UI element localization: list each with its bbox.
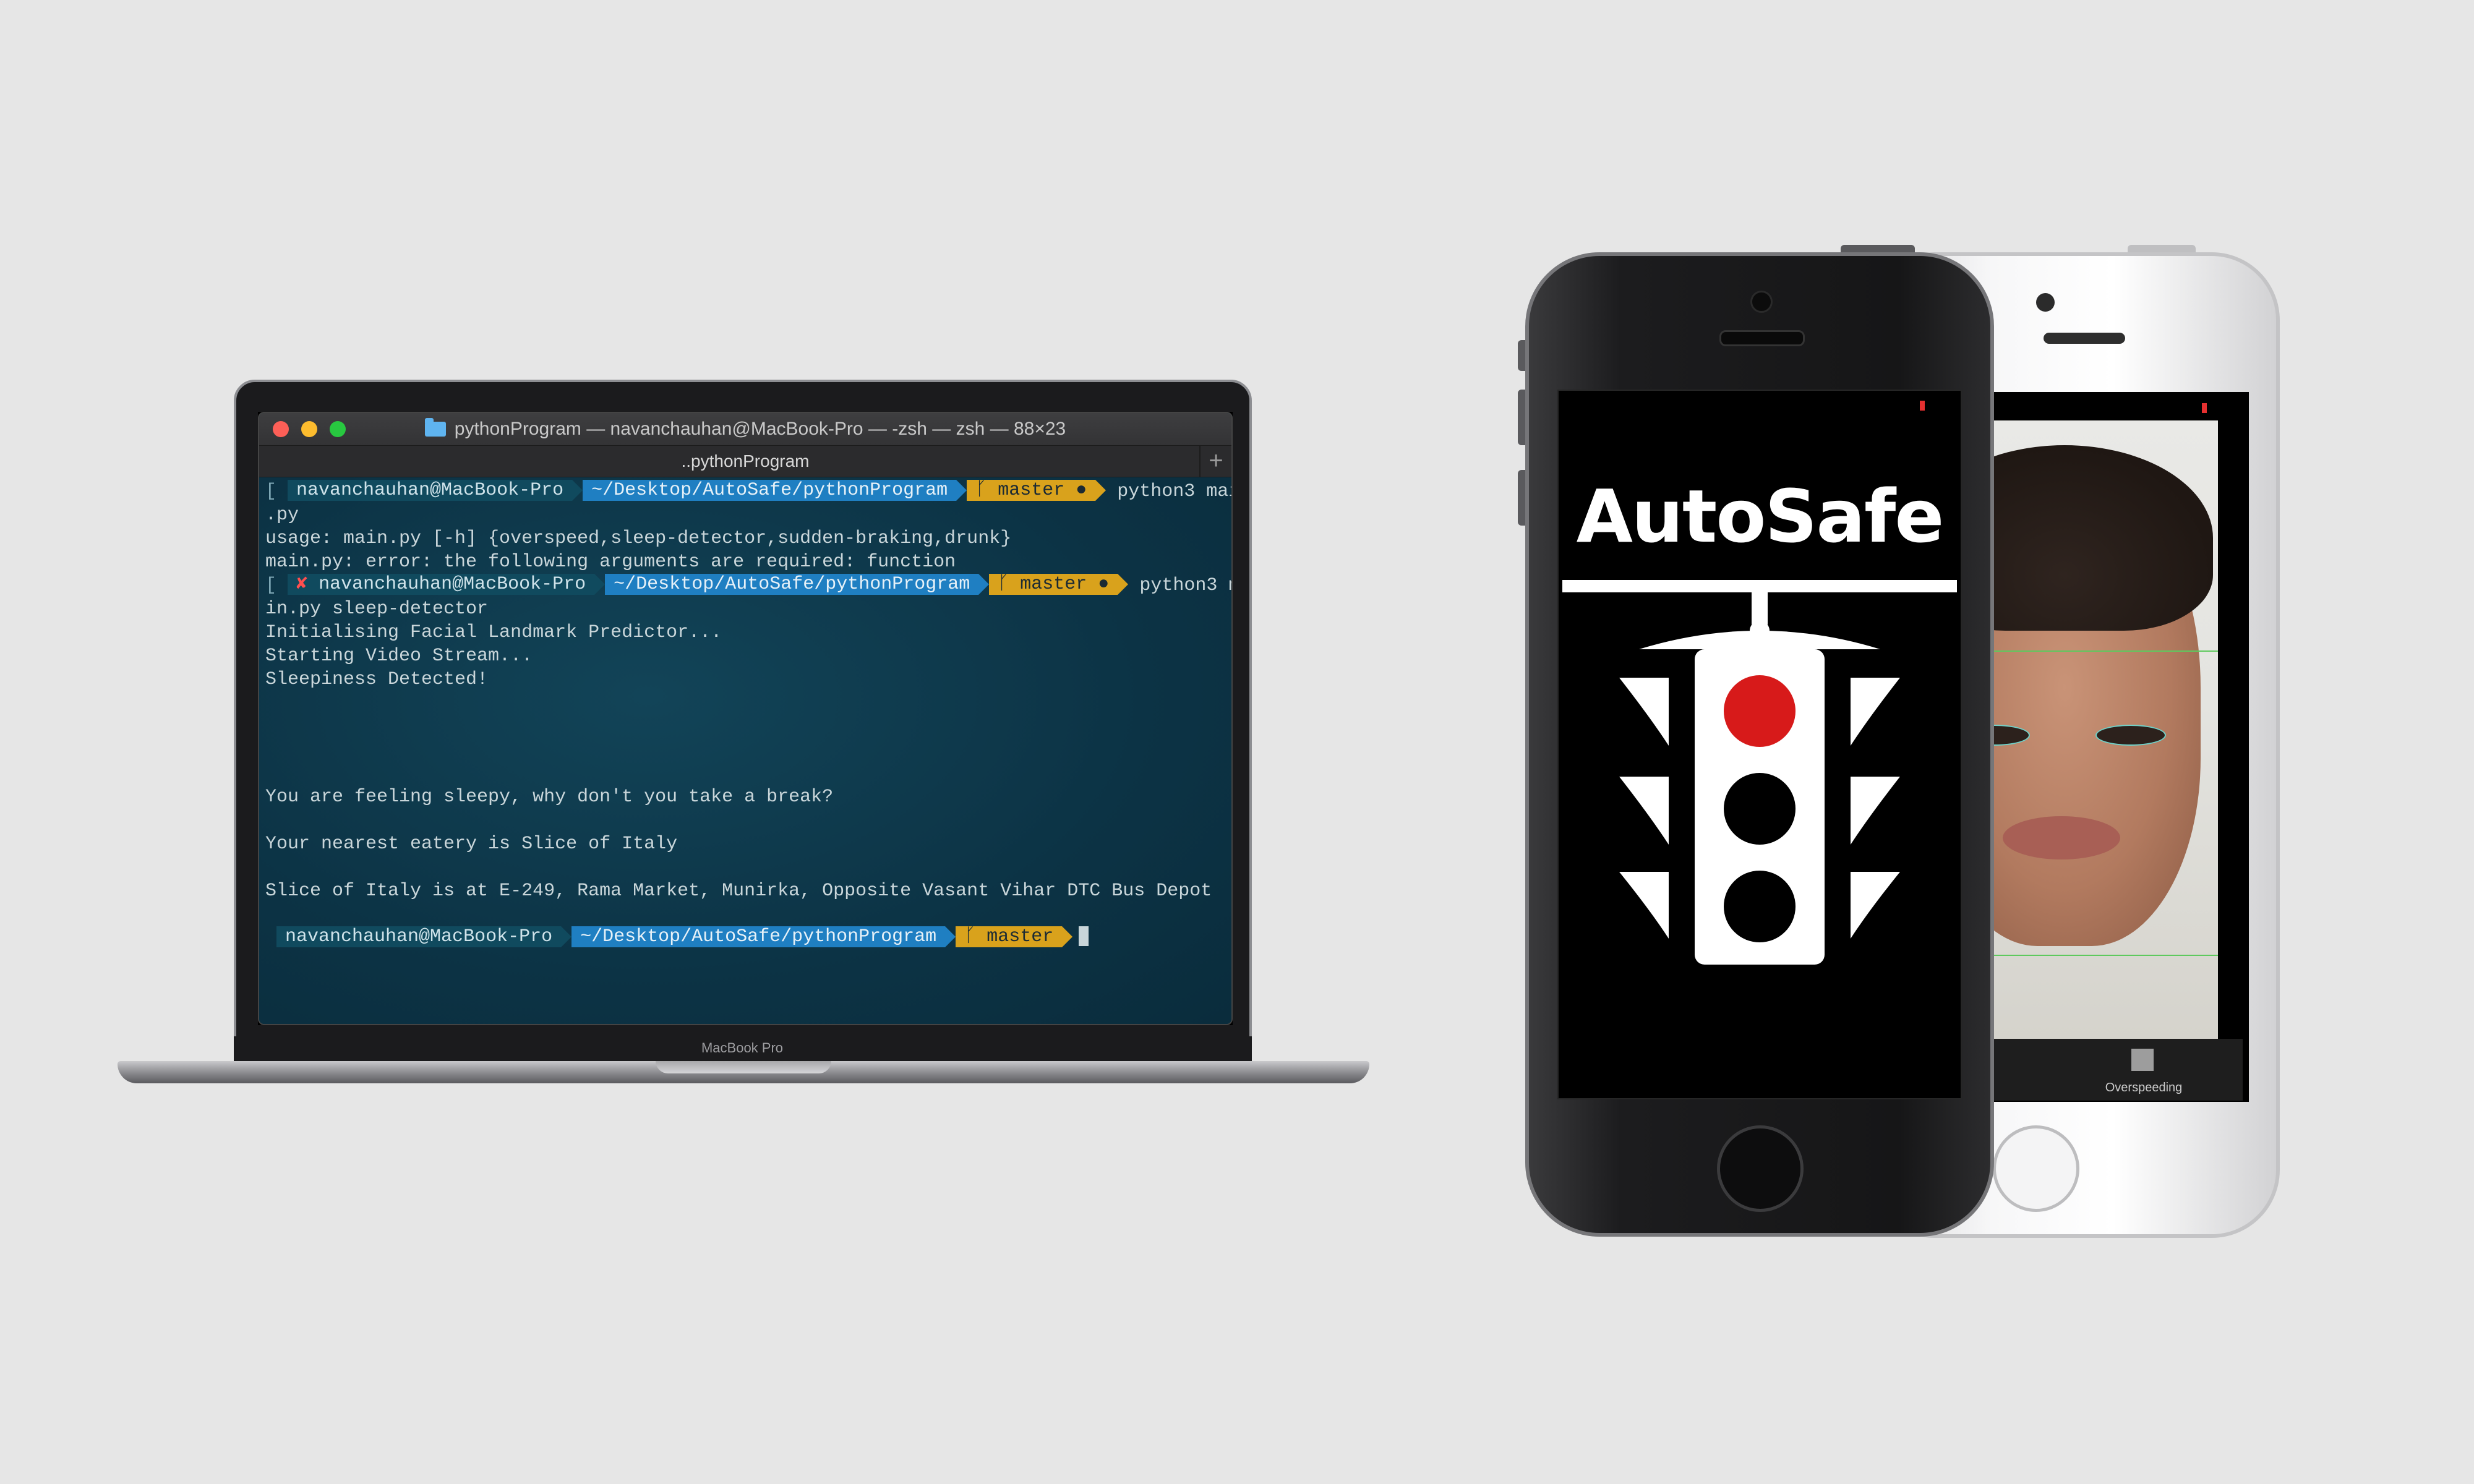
- lips: [2003, 816, 2120, 859]
- earpiece: [2044, 333, 2125, 344]
- home-button[interactable]: [1717, 1125, 1804, 1212]
- command-text: python3 main: [1117, 481, 1231, 502]
- front-camera: [1750, 291, 1773, 313]
- output-line: usage: main.py [-h] {overspeed,sleep-det…: [265, 528, 1012, 549]
- text-cursor: [1079, 926, 1089, 946]
- output-line: Sleepiness Detected!: [265, 669, 489, 690]
- error-mark: ✘: [296, 574, 308, 595]
- prompt-line-1: [ navanchauhan@MacBook-Pro ~/Desktop/Auto…: [265, 480, 1231, 503]
- prompt-user: navanchauhan@MacBook-Pro: [276, 926, 562, 947]
- folder-icon: [424, 418, 446, 437]
- output-line: Slice of Italy is at E-249, Rama Market,…: [265, 881, 1212, 902]
- green-light-off: [1724, 871, 1796, 942]
- zoom-button[interactable]: [330, 421, 346, 437]
- camera-preview: [1978, 420, 2218, 1039]
- prompt-path: ~/Desktop/AutoSafe/pythonProgram: [583, 480, 957, 501]
- command-continuation: in.py sleep-detector: [265, 599, 489, 620]
- output-line: You are feeling sleepy, why don't you ta…: [265, 787, 834, 808]
- terminal-tab-bar: ..pythonProgram +: [259, 445, 1231, 477]
- output-line: Starting Video Stream...: [265, 646, 533, 667]
- prompt-git-branch: ᚴ master ●: [989, 574, 1118, 595]
- output-line: main.py: error: the following arguments …: [265, 552, 956, 573]
- recording-indicator: [2202, 403, 2207, 413]
- traffic-light-icon: [1562, 580, 1957, 965]
- laptop-model-label: MacBook Pro: [701, 1040, 784, 1055]
- prompt-path: ~/Desktop/AutoSafe/pythonProgram: [605, 574, 979, 595]
- right-eye-landmarks: [2095, 725, 2166, 746]
- laptop-notch: [656, 1061, 831, 1073]
- prompt-git-branch: ᚴ master: [956, 926, 1063, 947]
- close-button[interactable]: [273, 421, 289, 437]
- hair: [1978, 445, 2213, 631]
- prompt-line-2: [ ✘ navanchauhan@MacBook-Pro ~/Desktop/Au…: [265, 574, 1231, 597]
- window-title: pythonProgram — navanchauhan@MacBook-Pro…: [454, 419, 1066, 439]
- terminal-window[interactable]: pythonProgram — navanchauhan@MacBook-Pro…: [258, 412, 1233, 1025]
- prompt-user: navanchauhan@MacBook-Pro: [288, 480, 573, 501]
- tab-overspeeding[interactable]: Overspeeding: [2089, 1081, 2198, 1095]
- app-title: AutoSafe: [1576, 474, 1945, 559]
- prompt-path: ~/Desktop/AutoSafe/pythonProgram: [571, 926, 946, 947]
- prompt-git-branch: ᚴ master ●: [967, 480, 1096, 501]
- red-light: [1724, 675, 1796, 747]
- prompt-user: ✘ navanchauhan@MacBook-Pro: [288, 574, 595, 595]
- command-text: python3 ma: [1139, 575, 1231, 596]
- output-line: Your nearest eatery is Slice of Italy: [265, 834, 678, 855]
- terminal-titlebar[interactable]: pythonProgram — navanchauhan@MacBook-Pro…: [259, 413, 1231, 445]
- detection-line-top: [1978, 650, 2218, 652]
- front-camera: [2036, 293, 2055, 312]
- minimize-button[interactable]: [301, 421, 317, 437]
- output-line: Initialising Facial Landmark Predictor..…: [265, 622, 722, 643]
- prompt-line-3: navanchauhan@MacBook-Pro ~/Desktop/AutoSa…: [265, 926, 1089, 950]
- recording-indicator: [1920, 401, 1925, 411]
- terminal-output[interactable]: [ navanchauhan@MacBook-Pro ~/Desktop/Auto…: [259, 477, 1231, 1024]
- new-tab-button[interactable]: +: [1199, 446, 1231, 477]
- amber-light-off: [1724, 773, 1796, 845]
- command-continuation: .py: [265, 505, 299, 526]
- detection-line-bottom: [1978, 955, 2218, 956]
- tab-pythonProgram[interactable]: ..pythonProgram: [682, 451, 810, 471]
- earpiece: [1719, 330, 1805, 346]
- stop-square-icon[interactable]: [2131, 1049, 2154, 1071]
- home-button[interactable]: [1993, 1125, 2079, 1212]
